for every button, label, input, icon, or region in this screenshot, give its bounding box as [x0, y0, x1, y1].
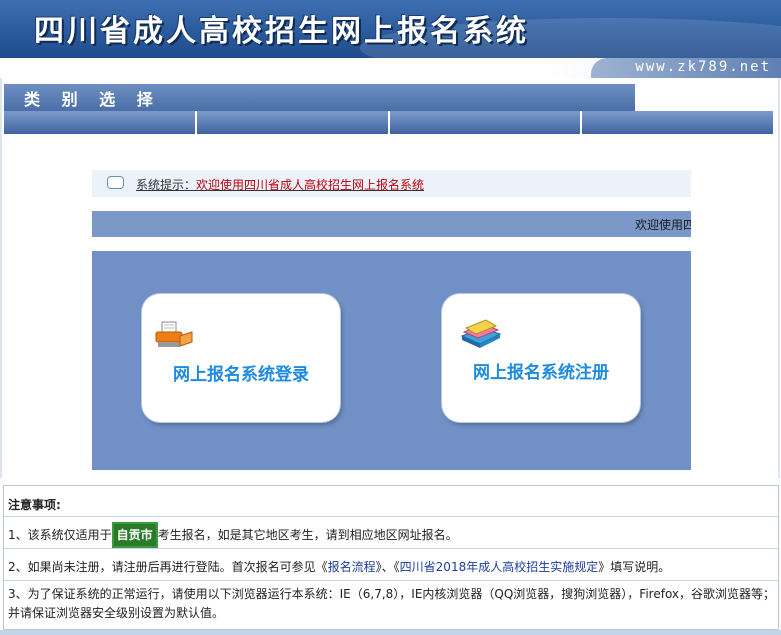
site-url: www.zk789.net: [635, 59, 771, 75]
region-highlight: 自贡市: [111, 522, 158, 548]
regulations-link[interactable]: 四川省2018年成人高校招生实施规定: [400, 560, 599, 574]
note-item-2: 2、如果尚未注册，请注册后再进行登陆。首次报名可参见《报名流程》、《四川省201…: [4, 549, 778, 581]
notes-heading: 注意事项:: [4, 486, 778, 517]
notice-message: 欢迎使用四川省成人高校招生网上报名系统: [196, 178, 425, 192]
login-button[interactable]: 网上报名系统登录: [142, 294, 340, 422]
scrolling-marquee: 欢迎使用四: [92, 211, 691, 237]
entry-panel: 网上报名系统登录 网上报名系统注册: [92, 251, 691, 470]
system-notice: 系统提示：欢迎使用四川省成人高校招生网上报名系统: [92, 170, 691, 197]
note-2-prefix: 2、如果尚未注册，请注册后再进行登陆。首次报名可参见《: [8, 560, 328, 574]
notice-text[interactable]: 系统提示：欢迎使用四川省成人高校招生网上报名系统: [136, 176, 424, 193]
note-2-mid: 》、《: [375, 560, 400, 574]
note-item-1: 1、该系统仅适用于 自贡市 考生报名，如是其它地区考生，请到相应地区网址报名。: [4, 517, 778, 549]
login-label: 网上报名系统登录: [173, 365, 309, 385]
header-banner: 四川省成人高校招生网上报名系统: [0, 0, 781, 58]
process-link[interactable]: 报名流程: [328, 560, 376, 574]
register-label: 网上报名系统注册: [473, 363, 609, 383]
note-1-prefix: 1、该系统仅适用于: [8, 528, 112, 542]
register-button[interactable]: 网上报名系统注册: [442, 294, 640, 422]
printer-icon: [155, 321, 193, 347]
note-3-line-1: 3、为了保证系统的正常运行，请使用以下浏览器运行本系统：IE（6,7,8），IE…: [8, 587, 776, 601]
category-label: 类 别 选 择: [24, 90, 161, 109]
right-border: [778, 78, 780, 478]
speech-bubble-icon: [107, 176, 124, 189]
footer-strip: [0, 630, 781, 635]
note-item-3: 3、为了保证系统的正常运行，请使用以下浏览器运行本系统：IE（6,7,8），IE…: [4, 581, 778, 630]
note-3-line-2: 并请保证浏览器安全级别设置为默认值。: [8, 606, 225, 620]
category-tab-2[interactable]: [196, 111, 390, 134]
category-tab-4[interactable]: [582, 111, 773, 134]
category-tab-3[interactable]: [389, 111, 583, 134]
books-icon: [460, 319, 502, 348]
site-title: 四川省成人高校招生网上报名系统: [34, 14, 529, 49]
notes-section: 注意事项: 1、该系统仅适用于 自贡市 考生报名，如是其它地区考生，请到相应地区网址…: [3, 485, 779, 630]
category-tabs: [4, 111, 773, 134]
note-2-suffix: 》填写说明。: [598, 560, 671, 574]
category-tab-1[interactable]: [4, 111, 197, 134]
url-strip: www.zk789.net: [0, 58, 781, 78]
left-border: [0, 78, 2, 478]
notice-prefix: 系统提示：: [136, 178, 197, 192]
note-1-suffix: 考生报名，如是其它地区考生，请到相应地区网址报名。: [157, 528, 458, 542]
category-bar: 类 别 选 择: [4, 84, 635, 111]
marquee-text: 欢迎使用四: [635, 218, 691, 232]
